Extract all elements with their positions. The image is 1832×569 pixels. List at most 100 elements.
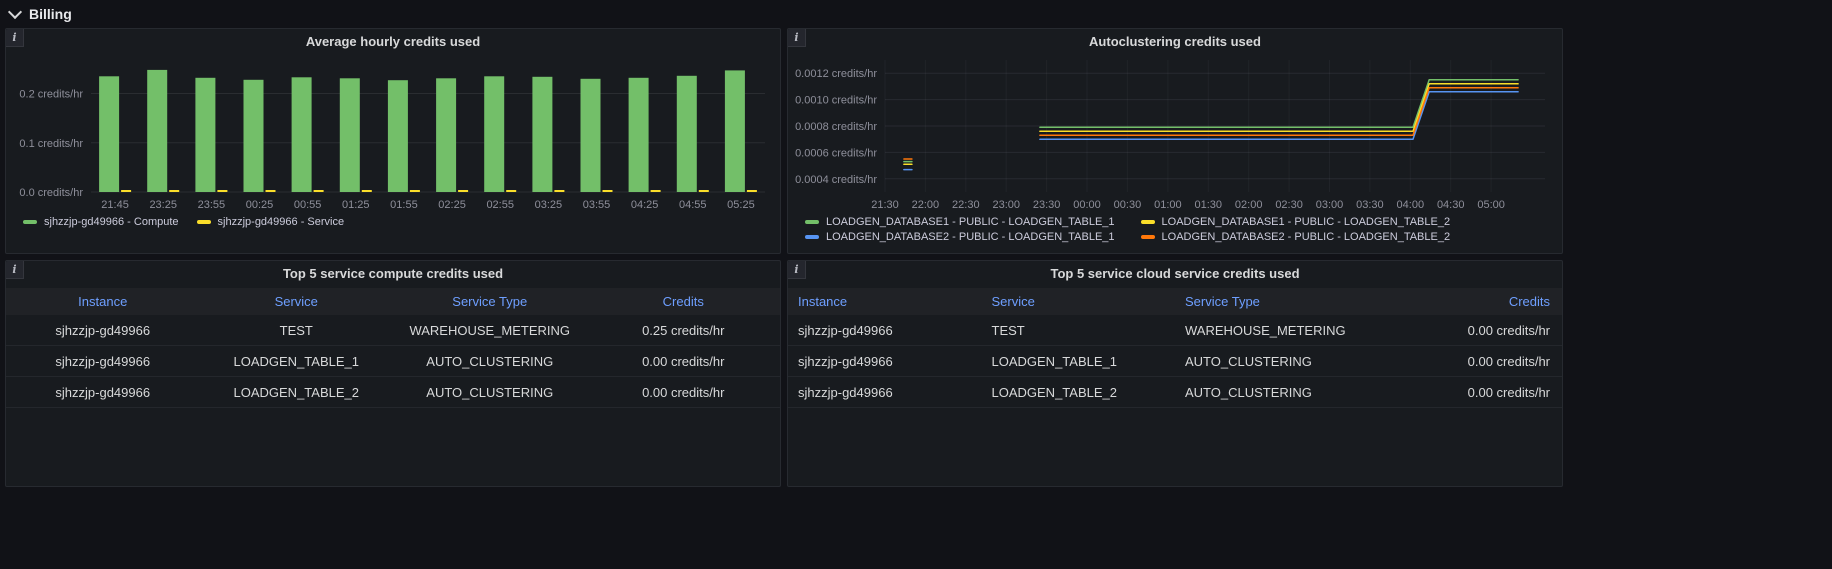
x-axis-label: 05:25 xyxy=(727,199,755,211)
table-cell: AUTO_CLUSTERING xyxy=(393,385,587,400)
info-icon[interactable]: i xyxy=(6,29,24,47)
legend-label: LOADGEN_DATABASE2 - PUBLIC - LOADGEN_TAB… xyxy=(1162,231,1451,243)
panel-title[interactable]: Autoclustering credits used xyxy=(1089,34,1261,49)
x-axis-label: 04:30 xyxy=(1437,199,1465,211)
table-cell: 0.00 credits/hr xyxy=(587,354,781,369)
legend-label: LOADGEN_DATABASE1 - PUBLIC - LOADGEN_TAB… xyxy=(1162,216,1451,228)
panel-title[interactable]: Top 5 service compute credits used xyxy=(283,266,503,281)
table-header-cell[interactable]: Credits xyxy=(587,294,781,309)
x-axis-label: 03:55 xyxy=(583,199,611,211)
legend-label: LOADGEN_DATABASE2 - PUBLIC - LOADGEN_TAB… xyxy=(826,231,1115,243)
table-cell: 0.25 credits/hr xyxy=(587,323,781,338)
table-header-cell[interactable]: Service Type xyxy=(393,294,587,309)
bar-compute xyxy=(340,78,360,192)
table-cell: LOADGEN_TABLE_1 xyxy=(200,354,394,369)
bar-compute xyxy=(532,77,552,192)
table-header-cell[interactable]: Instance xyxy=(788,294,982,309)
panel-header[interactable]: Autoclustering credits used xyxy=(788,29,1562,54)
y-axis-label: 0.0010 credits/hr xyxy=(795,95,877,107)
legend-item[interactable]: LOADGEN_DATABASE1 - PUBLIC - LOADGEN_TAB… xyxy=(805,216,1115,228)
x-axis-label: 03:00 xyxy=(1316,199,1344,211)
bar-service xyxy=(699,190,709,192)
info-icon[interactable]: i xyxy=(6,261,24,279)
table-row: sjhzzjp-gd49966LOADGEN_TABLE_2AUTO_CLUST… xyxy=(6,377,780,408)
legend-item[interactable]: LOADGEN_DATABASE2 - PUBLIC - LOADGEN_TAB… xyxy=(805,231,1115,243)
legend-label: LOADGEN_DATABASE1 - PUBLIC - LOADGEN_TAB… xyxy=(826,216,1115,228)
legend-swatch-icon xyxy=(805,235,819,239)
bar-compute xyxy=(388,80,408,192)
legend-item[interactable]: sjhzzjp-gd49966 - Compute xyxy=(23,216,179,228)
legend-item[interactable]: LOADGEN_DATABASE2 - PUBLIC - LOADGEN_TAB… xyxy=(1141,231,1451,243)
x-axis-label: 01:00 xyxy=(1154,199,1182,211)
panel-header[interactable]: Average hourly credits used xyxy=(6,29,780,54)
legend-label: sjhzzjp-gd49966 - Compute xyxy=(44,216,179,228)
legend-item[interactable]: LOADGEN_DATABASE1 - PUBLIC - LOADGEN_TAB… xyxy=(1141,216,1451,228)
info-icon[interactable]: i xyxy=(788,29,806,47)
panel-autoclustering-credits: i Autoclustering credits used 21:3022:00… xyxy=(787,28,1563,254)
table-row: sjhzzjp-gd49966TESTWAREHOUSE_METERING0.2… xyxy=(6,315,780,346)
table-cell: sjhzzjp-gd49966 xyxy=(6,323,200,338)
info-icon-glyph: i xyxy=(12,31,16,44)
bar-service xyxy=(121,190,131,192)
table-header-cell[interactable]: Credits xyxy=(1369,294,1563,309)
x-axis-label: 23:25 xyxy=(149,199,177,211)
bar-compute xyxy=(292,77,312,192)
bar-service xyxy=(506,190,516,192)
x-axis-label: 03:30 xyxy=(1356,199,1384,211)
table-header-cell[interactable]: Instance xyxy=(6,294,200,309)
avg-hourly-bar-chart[interactable]: 0.0 credits/hr0.1 credits/hr0.2 credits/… xyxy=(11,54,775,214)
bar-service xyxy=(603,190,613,192)
bar-service xyxy=(169,190,179,192)
billing-row-toggle[interactable]: Billing xyxy=(8,3,72,25)
panel-title[interactable]: Top 5 service cloud service credits used xyxy=(1050,266,1299,281)
table-cell: WAREHOUSE_METERING xyxy=(1175,323,1369,338)
info-icon-glyph: i xyxy=(12,263,16,276)
table-row: sjhzzjp-gd49966LOADGEN_TABLE_1AUTO_CLUST… xyxy=(6,346,780,377)
bar-service xyxy=(266,190,276,192)
legend-item[interactable]: sjhzzjp-gd49966 - Service xyxy=(197,216,345,228)
bar-compute xyxy=(99,76,119,192)
panel-header[interactable]: Top 5 service compute credits used xyxy=(6,261,780,286)
table-cell: LOADGEN_TABLE_2 xyxy=(200,385,394,400)
bar-service xyxy=(362,190,372,192)
table-header-cell[interactable]: Service Type xyxy=(1175,294,1369,309)
table-cell: 0.00 credits/hr xyxy=(1369,354,1563,369)
x-axis-label: 02:30 xyxy=(1275,199,1303,211)
avg-hourly-legend: sjhzzjp-gd49966 - Compute sjhzzjp-gd49966… xyxy=(11,214,775,228)
y-axis-label: 0.0006 credits/hr xyxy=(795,147,877,159)
panel-title[interactable]: Average hourly credits used xyxy=(306,34,480,49)
table-cell: sjhzzjp-gd49966 xyxy=(788,354,982,369)
legend-swatch-icon xyxy=(1141,235,1155,239)
bar-service xyxy=(217,190,227,192)
panel-top5-compute-credits: i Top 5 service compute credits used Ins… xyxy=(5,260,781,487)
bar-compute xyxy=(244,80,264,192)
panel-body: 21:3022:0022:3023:0023:3000:0000:3001:00… xyxy=(788,54,1562,243)
info-icon[interactable]: i xyxy=(788,261,806,279)
table-header-row: InstanceServiceService TypeCredits xyxy=(788,288,1562,315)
bar-compute xyxy=(629,78,649,192)
y-axis-label: 0.0008 credits/hr xyxy=(795,121,877,133)
bar-compute xyxy=(725,70,745,192)
table-cell: 0.00 credits/hr xyxy=(587,385,781,400)
panel-header[interactable]: Top 5 service cloud service credits used xyxy=(788,261,1562,286)
x-axis-label: 00:00 xyxy=(1073,199,1101,211)
series-line xyxy=(1040,92,1518,140)
legend-swatch-icon xyxy=(197,220,211,224)
table-cell: sjhzzjp-gd49966 xyxy=(788,323,982,338)
section-title: Billing xyxy=(29,6,72,22)
x-axis-label: 02:25 xyxy=(438,199,466,211)
y-axis-label: 0.0004 credits/hr xyxy=(795,174,877,186)
series-line xyxy=(1040,80,1518,128)
bar-compute xyxy=(436,78,456,192)
cloud-credits-table: InstanceServiceService TypeCreditssjhzzj… xyxy=(788,288,1562,408)
bar-compute xyxy=(484,76,504,192)
table-header-cell[interactable]: Service xyxy=(200,294,394,309)
table-cell: AUTO_CLUSTERING xyxy=(393,354,587,369)
legend-swatch-icon xyxy=(805,220,819,224)
table-header-cell[interactable]: Service xyxy=(982,294,1176,309)
x-axis-label: 21:45 xyxy=(101,199,129,211)
x-axis-label: 23:00 xyxy=(992,199,1020,211)
autoclustering-line-chart[interactable]: 21:3022:0022:3023:0023:3000:0000:3001:00… xyxy=(793,54,1557,214)
table-cell: AUTO_CLUSTERING xyxy=(1175,385,1369,400)
table-row: sjhzzjp-gd49966TESTWAREHOUSE_METERING0.0… xyxy=(788,315,1562,346)
